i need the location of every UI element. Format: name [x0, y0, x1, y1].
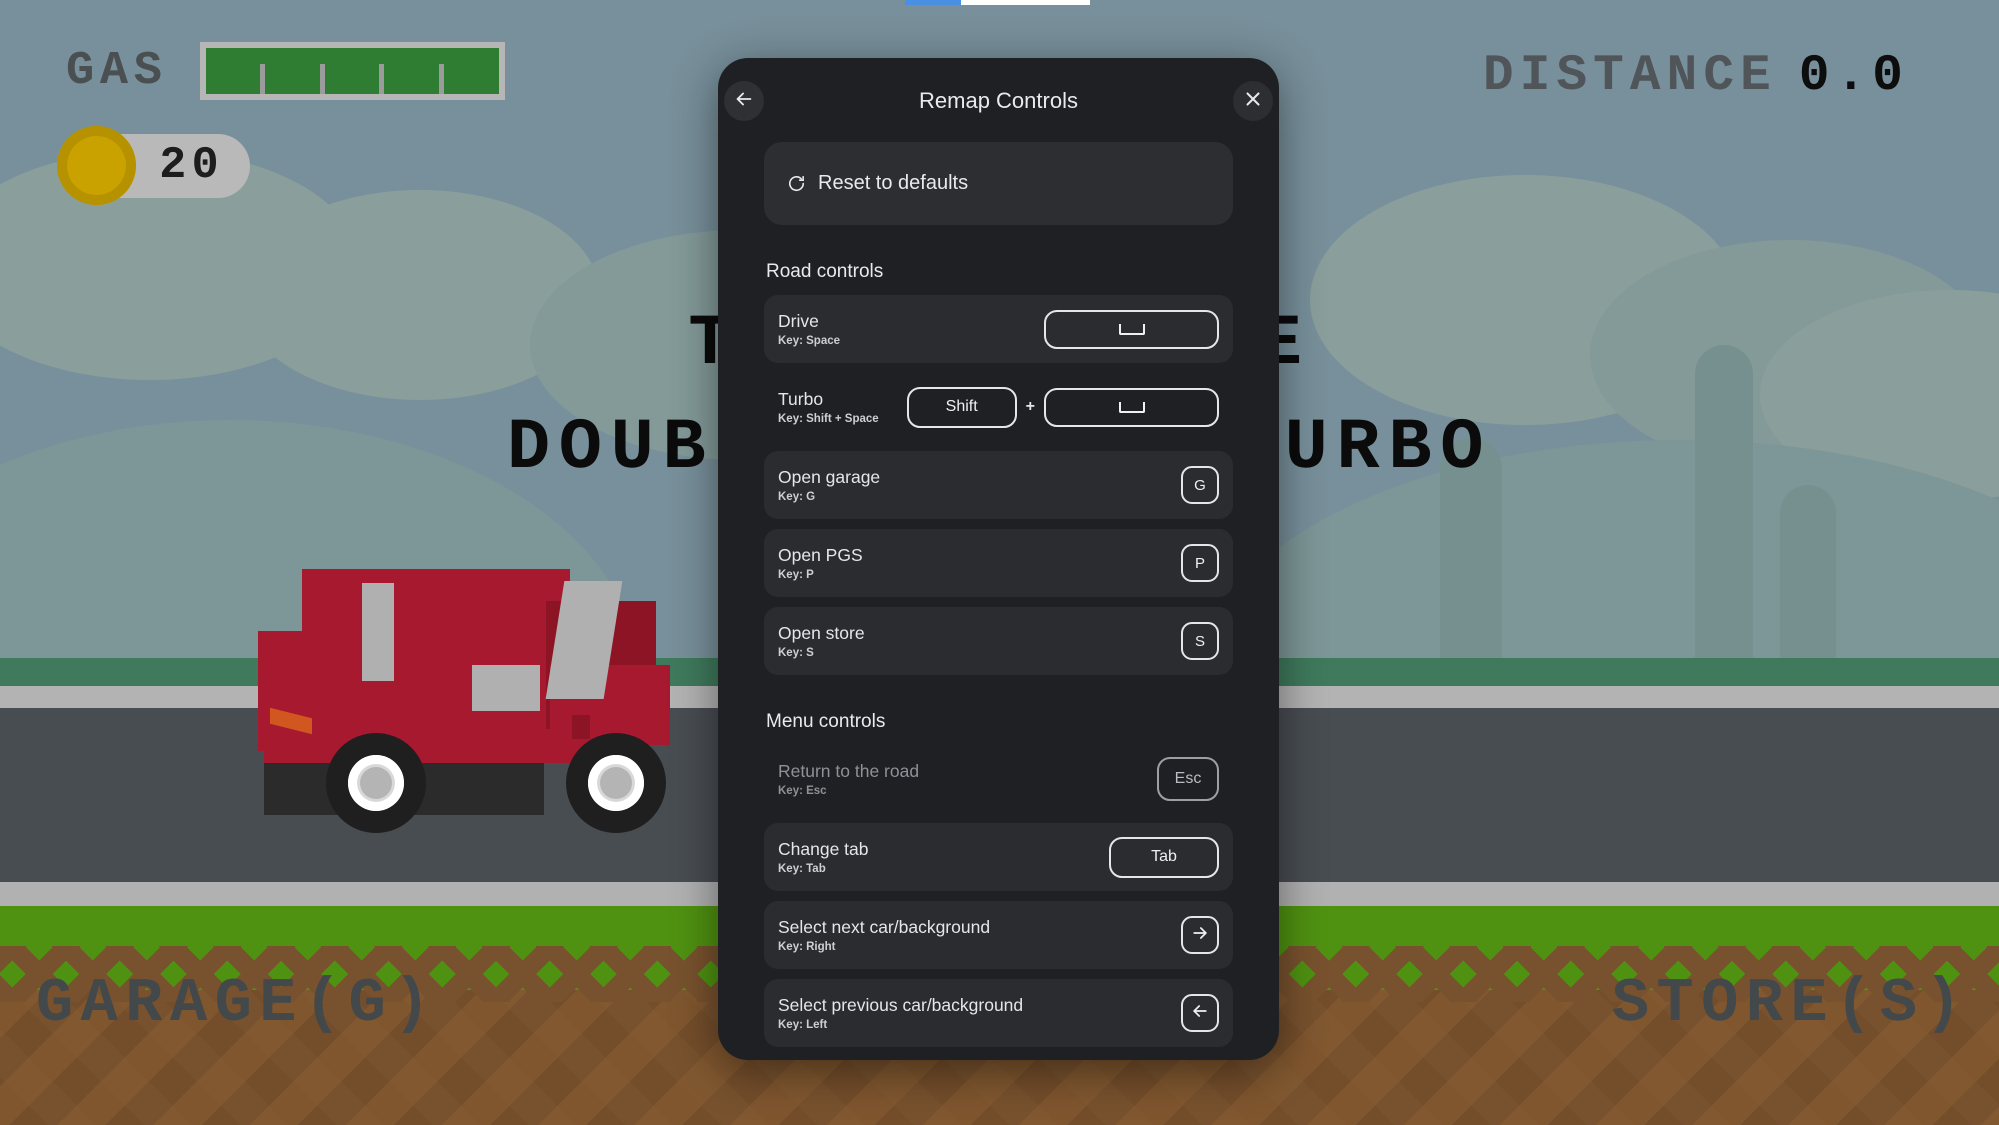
control-name: Open PGS: [778, 544, 863, 565]
keycap-s[interactable]: S: [1181, 622, 1219, 660]
distance-label: DISTANCE: [1483, 48, 1777, 105]
page-load-progress: [905, 0, 1090, 5]
plus-separator: +: [1025, 398, 1035, 415]
control-key: Key: Space: [778, 335, 841, 348]
keycap-p[interactable]: P: [1181, 544, 1219, 582]
keycap-tab[interactable]: Tab: [1109, 836, 1219, 878]
car-wheel: [566, 733, 666, 833]
control-name: Open store: [778, 622, 865, 643]
reset-icon: [787, 174, 806, 193]
keycap-arrow-left[interactable]: [1181, 994, 1219, 1032]
player-car: [250, 545, 670, 835]
close-button[interactable]: [1233, 81, 1273, 121]
control-row-turbo[interactable]: Turbo Key: Shift + Space Shift +: [764, 373, 1233, 441]
keycap-arrow-right[interactable]: [1181, 916, 1219, 954]
control-key: Key: G: [778, 491, 816, 504]
gas-tick: [438, 64, 444, 94]
gas-meter: GAS: [66, 42, 505, 100]
control-name: Return to the road: [778, 760, 920, 781]
gas-bar: [199, 42, 505, 100]
space-icon: [1118, 401, 1145, 413]
arrow-right-icon: [1190, 923, 1210, 947]
keycap-esc: Esc: [1157, 757, 1219, 801]
control-key: Key: Esc: [778, 785, 827, 798]
control-key: Key: Right: [778, 941, 836, 954]
gas-tick: [319, 64, 325, 94]
distance-value: 0.0: [1798, 48, 1909, 105]
dialog-title: Remap Controls: [919, 88, 1078, 113]
close-icon: [1242, 88, 1264, 115]
control-name: Drive: [778, 310, 819, 331]
keycap-space[interactable]: [1044, 387, 1219, 427]
control-row-open-garage[interactable]: Open garage Key: G G: [764, 451, 1233, 519]
gas-label: GAS: [66, 44, 168, 98]
control-name: Change tab: [778, 838, 869, 859]
coin-counter: 20: [57, 126, 250, 205]
dialog-header: Remap Controls: [718, 70, 1279, 132]
control-row-open-pgs[interactable]: Open PGS Key: P P: [764, 529, 1233, 597]
control-row-open-store[interactable]: Open store Key: S S: [764, 607, 1233, 675]
page-load-progress-fill: [905, 0, 961, 5]
keycap-space[interactable]: [1044, 309, 1219, 349]
control-key: Key: Tab: [778, 863, 826, 876]
tree-shape: [1780, 485, 1836, 680]
control-row-return-to-road: Return to the road Key: Esc Esc: [764, 745, 1233, 813]
control-row-drive[interactable]: Drive Key: Space: [764, 295, 1233, 363]
gas-tick: [260, 64, 266, 94]
section-title-menu: Menu controls: [766, 711, 886, 732]
remap-controls-dialog: Remap Controls Reset to defaults Road co…: [718, 58, 1279, 1060]
section-title-road: Road controls: [766, 261, 884, 282]
keycap-shift[interactable]: Shift: [906, 386, 1017, 428]
dialog-body: Reset to defaults Road controls Drive Ke…: [718, 132, 1279, 1060]
control-row-select-previous[interactable]: Select previous car/background Key: Left: [764, 979, 1233, 1047]
coin-icon: [57, 126, 136, 205]
keycap-g[interactable]: G: [1181, 466, 1219, 504]
garage-button[interactable]: GARAGE(G): [36, 968, 438, 1039]
control-key: Key: P: [778, 569, 814, 582]
control-name: Turbo: [778, 388, 824, 409]
arrow-left-icon: [733, 88, 755, 115]
control-name: Open garage: [778, 466, 881, 487]
control-name: Select next car/background: [778, 916, 991, 937]
control-name: Select previous car/background: [778, 994, 1024, 1015]
car-wheel: [326, 733, 426, 833]
back-button[interactable]: [724, 81, 764, 121]
gas-bar-fill: [205, 48, 499, 94]
space-icon: [1118, 323, 1145, 335]
control-key: Key: Shift + Space: [778, 413, 879, 426]
arrow-left-icon: [1190, 1001, 1210, 1025]
control-row-change-tab[interactable]: Change tab Key: Tab Tab: [764, 823, 1233, 891]
control-key: Key: S: [778, 647, 814, 660]
reset-to-defaults-label: Reset to defaults: [818, 172, 969, 194]
control-row-select-next[interactable]: Select next car/background Key: Right: [764, 901, 1233, 969]
gas-tick: [379, 64, 385, 94]
reset-to-defaults-button[interactable]: Reset to defaults: [764, 142, 1233, 225]
distance-readout: DISTANCE 0.0: [1483, 48, 1909, 105]
control-key: Key: Left: [778, 1019, 828, 1032]
store-button[interactable]: STORE(S): [1612, 968, 1969, 1039]
